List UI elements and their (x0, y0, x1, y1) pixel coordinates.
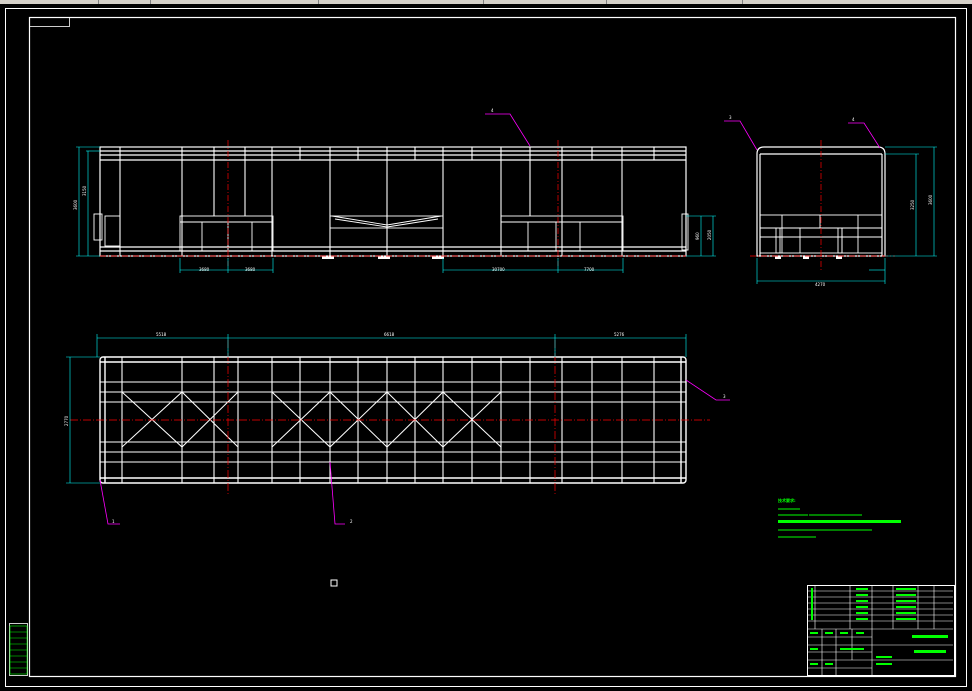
side-dim-right: 3600 (928, 194, 933, 205)
plan-leader-label: 1 (112, 519, 115, 524)
plan-dim-left: 2770 (64, 415, 69, 426)
front-leader-label: 4 (491, 108, 494, 113)
plan-dim-top: 6618 (384, 332, 395, 337)
side-leader-line (724, 120, 758, 151)
front-dim-right: 960 (695, 232, 700, 240)
drawing-frame (5, 8, 967, 687)
front-leader-line (485, 113, 531, 147)
side-leader-line (848, 122, 881, 149)
front-dim-bottom: 7700 (584, 267, 595, 272)
title-block[interactable] (807, 585, 955, 677)
side-leader-label: 4 (852, 117, 855, 122)
technical-notes[interactable]: 技术要求: (778, 497, 901, 538)
plan-leader-line (99, 479, 120, 525)
plan-leader-label: 2 (350, 519, 353, 524)
front-dim-left: 3150 (82, 185, 87, 196)
plan-leader-line (329, 461, 345, 525)
front-dim-left: 3600 (73, 199, 78, 210)
side-dim-bottom: 4270 (815, 282, 826, 287)
notes-line-bar (778, 520, 901, 523)
front-view[interactable]: 3680 3680 30700 7700 3600 3150 960 2050 … (73, 108, 716, 273)
front-dim-bottom: 3680 (245, 267, 256, 272)
plan-leader-label: 3 (723, 394, 726, 399)
side-dim-right: 3250 (910, 199, 915, 210)
pickbox-icon[interactable] (330, 579, 338, 587)
front-dim-right: 2050 (707, 229, 712, 240)
plan-view[interactable]: 5518 6618 5276 2770 2 1 3 (64, 332, 730, 525)
side-view[interactable]: 4270 3250 3600 3 4 (724, 115, 937, 287)
front-dim-bottom: 3680 (199, 267, 210, 272)
side-leader-label: 3 (729, 115, 732, 120)
left-margin-block (9, 623, 28, 676)
plan-dim-top: 5518 (156, 332, 167, 337)
front-dim-bottom: 30700 (492, 267, 505, 272)
plan-dim-top: 5276 (614, 332, 625, 337)
cad-drawing-canvas[interactable]: 3680 3680 30700 7700 3600 3150 960 2050 … (0, 4, 972, 691)
notes-title: 技术要求: (778, 497, 796, 503)
